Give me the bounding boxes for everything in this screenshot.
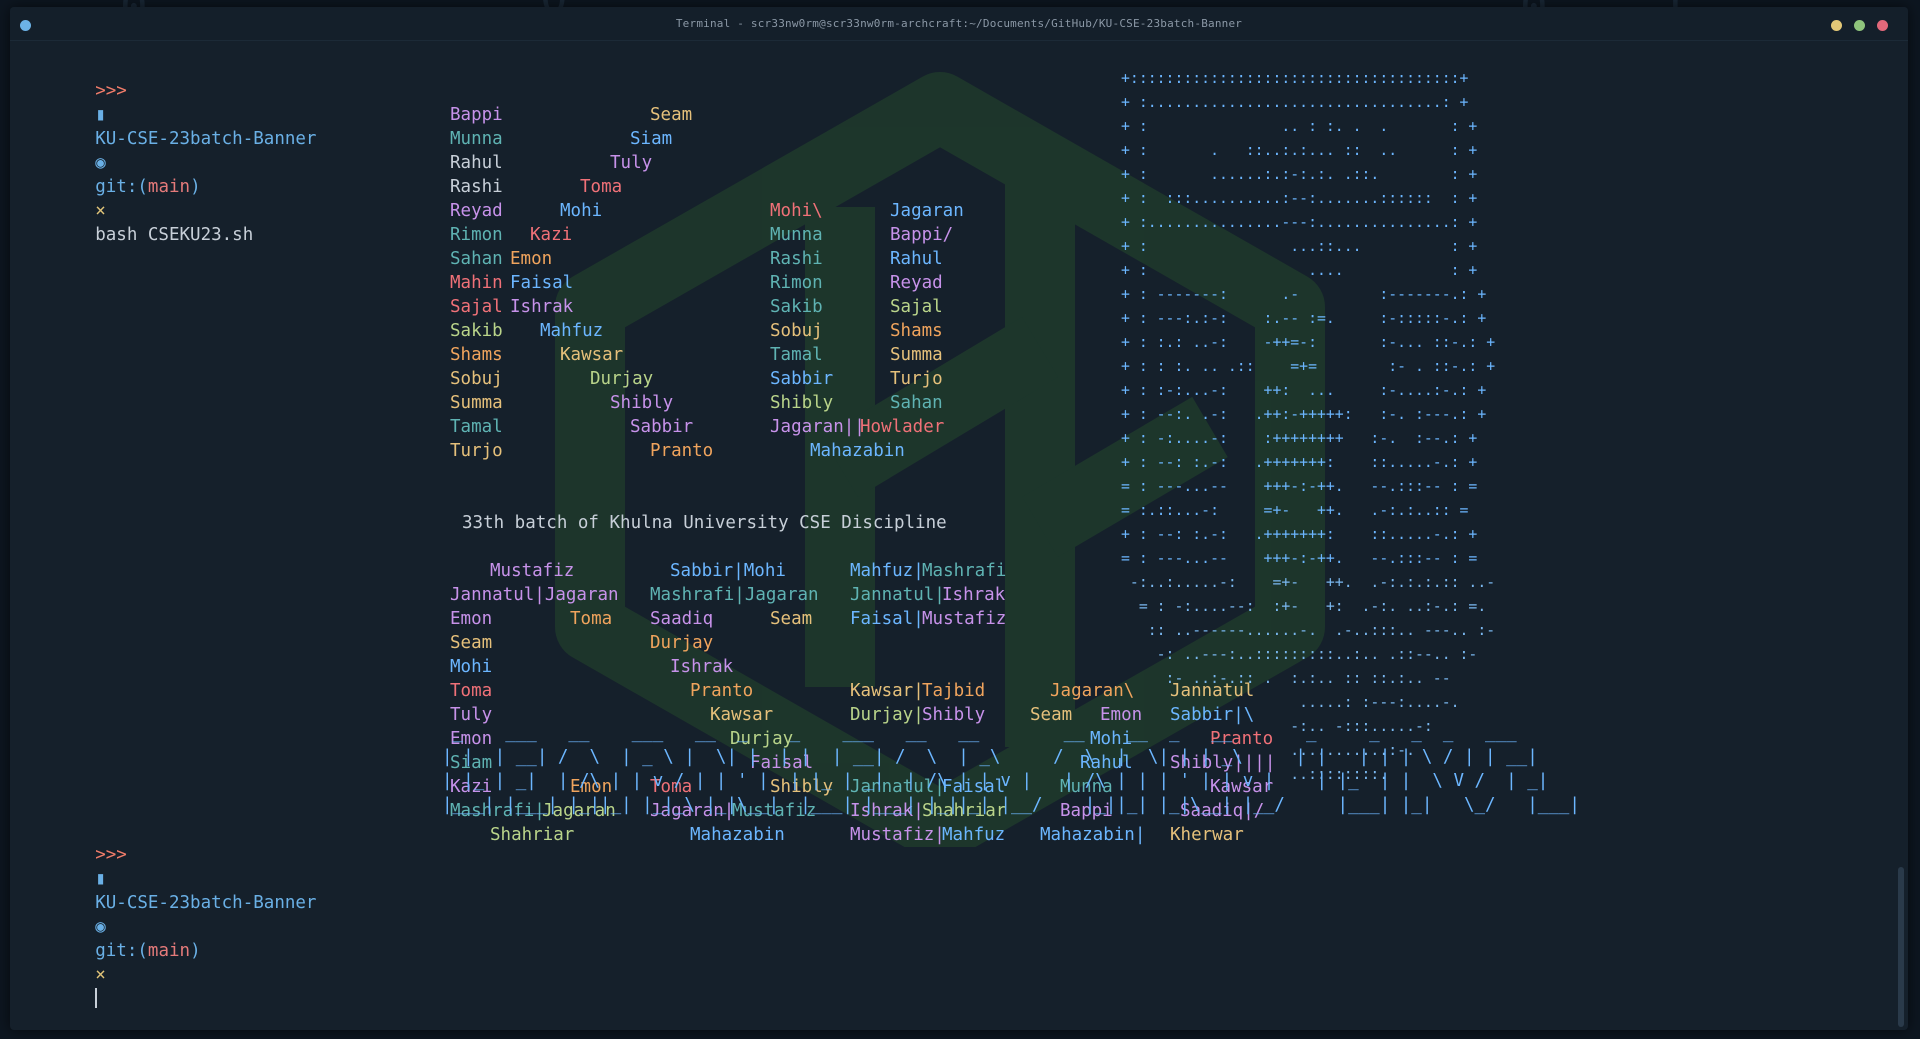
name-word: Emon [510,249,553,269]
name-word: Toma [570,609,613,629]
name-word: Kawsar [560,345,624,365]
name-word: Shahriar [490,825,575,845]
name-word: Tamal [450,417,503,437]
name-word: Faisal| [850,609,924,629]
name-word: Sakib [450,321,503,341]
name-word: Jannatul| [850,585,945,605]
git-dirty-marker: × [95,965,106,985]
name-word: Siam [630,129,673,149]
terminal-window: Terminal - scr33nw0rm@scr33nw0rm-archcra… [10,7,1908,1030]
name-word: Mohi [560,201,603,221]
github-icon: ◉ [95,917,106,937]
name-word: Emon [450,609,493,629]
directory-name: KU-CSE-23batch-Banner [95,893,317,913]
name-word: Tamal [770,345,823,365]
name-word: Faisal [510,273,574,293]
name-word: Saadiq [650,609,714,629]
name-word: Mustafiz| [850,825,945,845]
tagline: 33th batch of Khulna University CSE Disc… [462,513,947,533]
name-word: Turjo [450,441,503,461]
name-word: Pranto [690,681,754,701]
name-word: Ishrak [510,297,574,317]
name-word: Kherwar [1170,825,1244,845]
window-title: Terminal - scr33nw0rm@scr33nw0rm-archcra… [675,17,1243,30]
name-word: Munna [770,225,823,245]
name-word: Jannatul|Jagaran [450,585,619,605]
maximize-button[interactable] [1854,20,1865,31]
name-word: Sobuj [770,321,823,341]
name-word: Mashrafi|Jagaran [650,585,819,605]
name-word: Seam [450,633,493,653]
name-word: Sobuj [450,369,503,389]
name-word: Jagaran [890,201,964,221]
name-word: Seam [650,105,693,125]
name-word: Sabbir [630,417,694,437]
name-word: Shams [890,321,943,341]
name-word: Toma [580,177,623,197]
name-word: Reyad [890,273,943,293]
name-word: Rashi [770,249,823,269]
name-word: Tuly [610,153,653,173]
name-word: Mahin [450,273,503,293]
name-word: Sabbir [770,369,834,389]
name-word: Sahan [890,393,943,413]
name-word: Seam [770,609,813,629]
name-word: Rimon [450,225,503,245]
name-word: Durjay [650,633,714,653]
name-word: Sajal [450,297,503,317]
name-word: Rahul [450,153,503,173]
name-word: Turjo [890,369,943,389]
ascii-banner: _ ___ __ ___ __ _ _ ___ __ __ __ __ _ __… [442,723,1580,815]
name-word: Mashrafi [922,561,1007,581]
name-word: Sahan [450,249,503,269]
name-word: Rimon [770,273,823,293]
name-word: Reyad [450,201,503,221]
name-word: Kazi [530,225,573,245]
prompt-line-current[interactable]: >>> ▮ KU-CSE-23batch-Banner ◉ git:(main)… [32,819,316,1030]
name-word: Shibly [770,393,834,413]
name-word: Bappi [450,105,503,125]
name-word: Tajbid [922,681,986,701]
text-cursor[interactable] [95,988,98,1008]
name-word: Sajal [890,297,943,317]
name-word: Sabbir|Mohi [670,561,786,581]
name-word: Sakib [770,297,823,317]
name-word: Mahazabin [810,441,905,461]
name-word: Rashi [450,177,503,197]
scrollbar[interactable] [1898,867,1904,1027]
close-button[interactable] [1877,20,1888,31]
name-word: Toma [450,681,493,701]
folder-icon: ▮ [95,869,106,889]
name-word: Mahazabin [690,825,785,845]
name-word: Shams [450,345,503,365]
name-word: Mahfuz [942,825,1006,845]
title-bar[interactable]: Terminal - scr33nw0rm@scr33nw0rm-archcra… [10,7,1908,41]
git-label: git: [95,941,138,961]
name-word: Mustafiz [922,609,1007,629]
name-word: Summa [890,345,943,365]
name-word: Mohi [450,657,493,677]
ascii-art-logo: +:::::::::::::::::::::::::::::::::::::+ … [1121,70,1496,567]
name-word: Shibly [610,393,674,413]
name-word: Kawsar| [850,681,924,701]
name-word: Ishrak [942,585,1006,605]
name-word: Pranto [650,441,714,461]
terminal-content[interactable]: >>> ▮ KU-CSE-23batch-Banner ◉ git:(main)… [22,47,1884,1030]
name-word: Durjay [590,369,654,389]
name-word: Jagaran|| [770,417,865,437]
minimize-button[interactable] [1831,20,1842,31]
name-word: Munna [450,129,503,149]
name-word: Rahul [890,249,943,269]
name-word: Bappi/ [890,225,954,245]
name-word: Mahfuz [540,321,604,341]
name-word: Ishrak [670,657,734,677]
name-word: Mustafiz [490,561,575,581]
name-word: Summa [450,393,503,413]
name-word: Mahazabin| [1040,825,1146,845]
git-branch: main [147,941,191,961]
name-word: Mohi\ [770,201,823,221]
name-word: Howlader [860,417,945,437]
name-word: Mahfuz| [850,561,924,581]
prompt-arrows: >>> [95,845,127,865]
